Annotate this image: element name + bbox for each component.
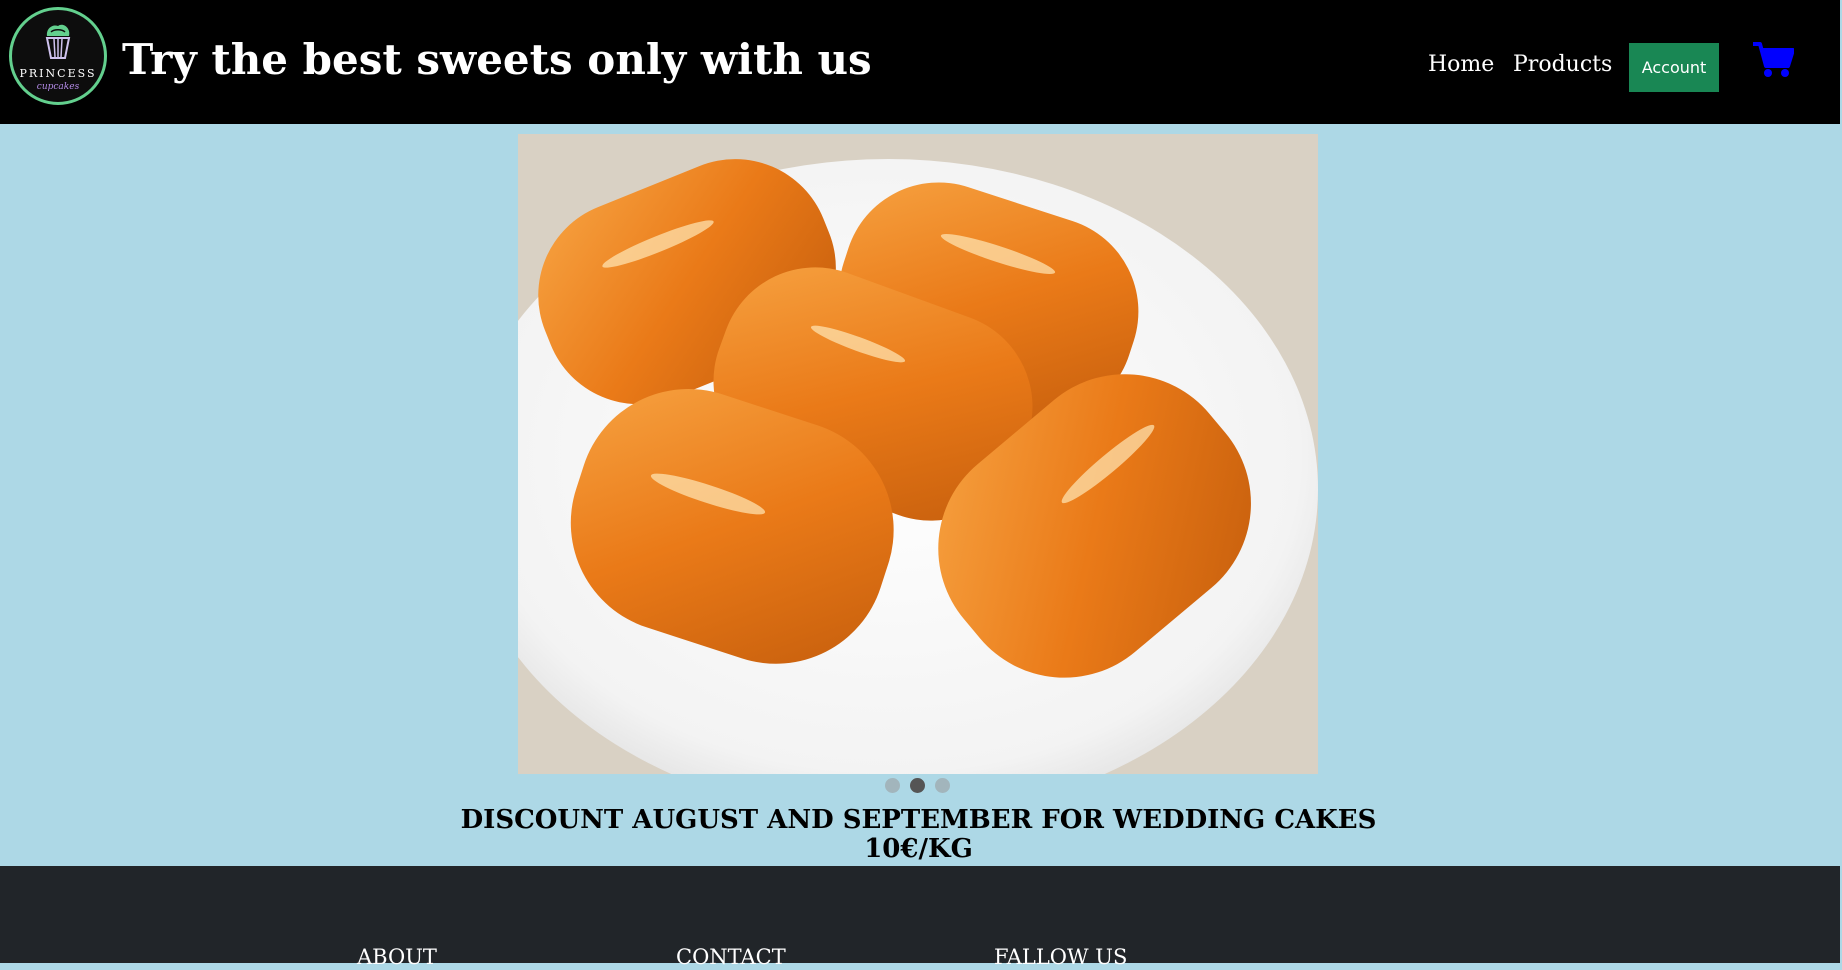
logo-subtitle: cupcakes — [36, 82, 80, 92]
nav-home-link[interactable]: Home — [1428, 50, 1494, 80]
site-header: PRINCESS cupcakes Try the best sweets on… — [0, 0, 1840, 124]
nav-products-link[interactable]: Products — [1513, 50, 1612, 80]
footer-about-link[interactable]: ABOUT — [357, 944, 437, 970]
carousel-image[interactable] — [518, 134, 1318, 774]
promo-text: DISCOUNT AUGUST AND SEPTEMBER FOR WEDDIN… — [400, 806, 1437, 864]
carousel-dot-3[interactable] — [935, 778, 950, 793]
account-button[interactable]: Account — [1629, 43, 1719, 92]
footer-follow-link[interactable]: FALLOW US — [994, 944, 1127, 970]
footer-contact-link[interactable]: CONTACT — [676, 944, 786, 970]
cupcake-icon — [45, 24, 71, 59]
shopping-cart-icon[interactable] — [1752, 40, 1795, 82]
dessert-photo — [518, 134, 1318, 774]
site-footer: ABOUT CONTACT FALLOW US — [0, 866, 1840, 969]
logo-name: PRINCESS — [19, 67, 97, 80]
promo-line-1: DISCOUNT AUGUST AND SEPTEMBER FOR WEDDIN… — [460, 805, 1377, 835]
carousel-dot-1[interactable] — [885, 778, 900, 793]
logo[interactable]: PRINCESS cupcakes — [9, 7, 107, 105]
page-title: Try the best sweets only with us — [122, 35, 872, 84]
promo-line-2: 10€/KG — [864, 834, 973, 864]
carousel-dot-2[interactable] — [910, 778, 925, 793]
carousel-indicators — [885, 778, 953, 794]
